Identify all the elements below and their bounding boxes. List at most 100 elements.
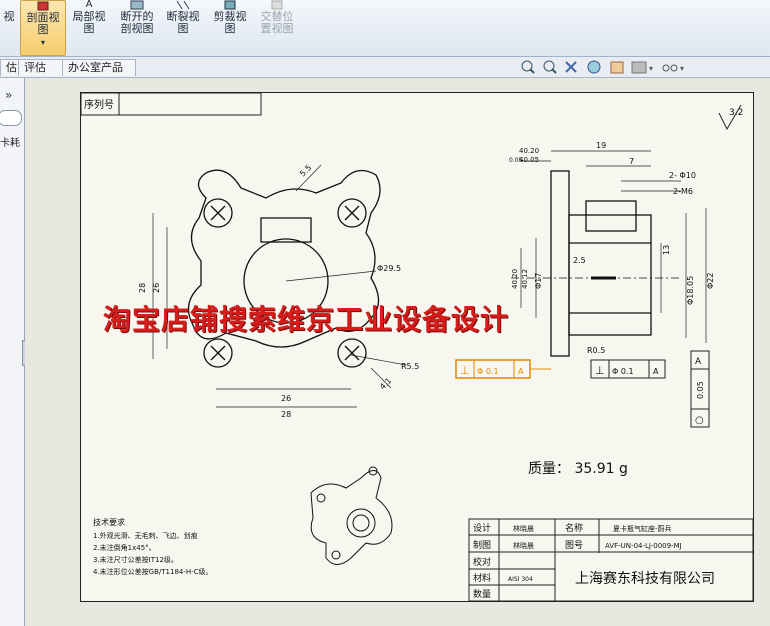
- expand-panel-icon[interactable]: »: [5, 88, 12, 102]
- serial-label: 序列号: [84, 98, 114, 111]
- section-view-button[interactable]: 剖面视 图 ▾: [20, 0, 66, 56]
- svg-text:Φ22: Φ22: [706, 273, 715, 289]
- svg-text:林晓晨: 林晓晨: [513, 541, 534, 550]
- detail-view-button[interactable]: A 局部视 图: [68, 0, 110, 54]
- zoom-to-fit-icon[interactable]: [521, 60, 535, 74]
- display-style-icon[interactable]: [610, 61, 624, 74]
- view-icon: [0, 0, 18, 10]
- break-view-icon: [176, 0, 190, 10]
- svg-text:AISI 304: AISI 304: [508, 576, 533, 583]
- svg-text:R5.5: R5.5: [401, 362, 419, 371]
- watermark-text: 淘宝店铺搜索维京工业设备设计: [103, 303, 510, 336]
- crop-view-label-2: 图: [224, 22, 236, 35]
- tab-evaluate[interactable]: 评估: [18, 59, 64, 76]
- crop-view-button[interactable]: 剪裁视 图: [208, 0, 252, 54]
- detail-view-icon: A: [85, 0, 93, 10]
- view-label: 视: [3, 10, 15, 23]
- tolerance-frame-vertical: A 0.05 ○: [690, 350, 710, 428]
- hide-show-icon[interactable]: ▾: [631, 61, 653, 74]
- previous-view-icon[interactable]: [565, 61, 577, 73]
- svg-text:Φ 0.1: Φ 0.1: [612, 367, 634, 376]
- svg-text:0.05: 0.05: [696, 381, 705, 399]
- tab-office-products[interactable]: 办公室产品: [62, 59, 136, 76]
- tolerance-frame-highlighted: ⊥ Φ 0.1 A: [455, 359, 551, 379]
- svg-text:Φ18.05: Φ18.05: [686, 276, 695, 305]
- svg-text:上海赛东科技有限公司: 上海赛东科技有限公司: [575, 571, 715, 587]
- alternate-position-view-button[interactable]: 交替位 置视图: [254, 0, 300, 54]
- drawing-sheet[interactable]: 序列号 3.2 5.5 28 26 Φ29.5 26 28 R5.5 4.1 1…: [80, 92, 754, 602]
- svg-text:28: 28: [138, 283, 147, 293]
- alternate-position-icon: [271, 0, 283, 10]
- title-block-text: 设计 林晓晨 制图 林晓晨 校对 材料 AISI 304 数量 名称 夏卡瓶气缸…: [473, 522, 715, 600]
- svg-text:40.20: 40.20: [511, 269, 519, 289]
- tolerance-frame-side: ⊥ Φ 0.1 A: [590, 359, 666, 379]
- break-view-label-2: 图: [177, 22, 189, 35]
- broken-out-label-2: 剖视图: [120, 22, 154, 35]
- svg-text:26: 26: [152, 283, 161, 293]
- svg-text:26: 26: [281, 394, 291, 403]
- broken-out-section-button[interactable]: 断开的 剖视图: [114, 0, 160, 54]
- svg-text:A: A: [695, 357, 702, 367]
- svg-text:7: 7: [629, 157, 634, 166]
- svg-text:40.20: 40.20: [519, 147, 539, 155]
- svg-text:图号: 图号: [565, 540, 583, 551]
- svg-text:2- Φ10: 2- Φ10: [669, 171, 696, 180]
- section-view-label-2: 图: [37, 23, 49, 36]
- svg-text:▾: ▾: [649, 64, 653, 73]
- svg-text:Φ17: Φ17: [534, 273, 543, 289]
- alternate-position-label-2: 置视图: [260, 22, 294, 35]
- view-button[interactable]: 视: [0, 0, 18, 54]
- svg-text:AVF-UN-04-LJ-0009-MJ: AVF-UN-04-LJ-0009-MJ: [605, 542, 682, 550]
- broken-out-icon: [130, 0, 144, 10]
- svg-text:○: ○: [695, 415, 704, 426]
- svg-text:40.12: 40.12: [521, 269, 529, 289]
- svg-text:2.未注倒角1x45°。: 2.未注倒角1x45°。: [93, 543, 156, 552]
- svg-text:19: 19: [596, 141, 606, 150]
- svg-text:⊥: ⊥: [595, 364, 605, 377]
- svg-text:2-M6: 2-M6: [673, 187, 693, 196]
- body: [568, 214, 652, 336]
- dropdown-arrow-icon[interactable]: ▾: [41, 38, 45, 47]
- svg-text:夏卡瓶气缸座-蔚兵: 夏卡瓶气缸座-蔚兵: [613, 524, 672, 533]
- search-field[interactable]: [0, 110, 22, 126]
- roughness-symbol: 3.2: [718, 104, 743, 131]
- svg-text:4.1: 4.1: [378, 376, 393, 391]
- glasses-icon[interactable]: ▾: [662, 64, 684, 73]
- roughness-value: 3.2: [729, 108, 743, 118]
- mass-label: 质量： 35.91 g: [528, 461, 628, 477]
- svg-text:技术要求: 技术要求: [93, 517, 125, 527]
- command-tabs: 估 评估 办公室产品 ▾ ▾: [0, 57, 770, 78]
- svg-text:3.未注尺寸公差按IT12级。: 3.未注尺寸公差按IT12级。: [93, 555, 178, 564]
- sheet-tree-item[interactable]: 卡耗: [0, 134, 20, 149]
- boss: [585, 200, 637, 232]
- break-view-button[interactable]: 断裂视 图: [162, 0, 204, 54]
- svg-text:A: A: [518, 367, 524, 376]
- svg-text:Φ29.5: Φ29.5: [377, 264, 401, 273]
- isometric-view: [310, 466, 393, 565]
- svg-text:制图: 制图: [473, 539, 491, 551]
- view-toolbar: ▾ ▾: [521, 60, 684, 74]
- svg-text:校对: 校对: [473, 556, 491, 568]
- flange: [550, 170, 570, 357]
- tab-partial[interactable]: 估: [0, 59, 20, 76]
- svg-text:0.05: 0.05: [509, 157, 523, 164]
- svg-text:5.5: 5.5: [298, 163, 313, 178]
- svg-text:28: 28: [281, 410, 291, 419]
- svg-text:2.5: 2.5: [573, 256, 586, 265]
- zoom-area-icon[interactable]: [543, 60, 557, 74]
- svg-text:材料: 材料: [473, 572, 491, 584]
- technical-notes: 技术要求 1.外观光滑、无毛刺、飞边、划痕 2.未注倒角1x45°。 3.未注尺…: [93, 517, 213, 576]
- svg-text:4.未注形位公差按GB/T1184-H-C级。: 4.未注形位公差按GB/T1184-H-C级。: [93, 567, 213, 576]
- svg-text:名称: 名称: [565, 522, 583, 534]
- svg-text:▾: ▾: [680, 64, 684, 73]
- svg-text:设计: 设计: [473, 522, 491, 534]
- front-view-dims: [152, 164, 407, 408]
- ribbon-toolbar: 视 剖面视 图 ▾ A 局部视 图 断开的 剖视图 断裂视 图 剪裁视 图 交替…: [0, 0, 770, 57]
- svg-text:⊥: ⊥: [460, 364, 470, 377]
- svg-text:13: 13: [662, 245, 671, 255]
- side-view-dim-labels: 19 7 2- Φ10 2-M6 40.20 40.05 0.05 40.20 …: [509, 141, 715, 355]
- svg-text:1.外观光滑、无毛刺、飞边、划痕: 1.外观光滑、无毛刺、飞边、划痕: [93, 531, 198, 540]
- rebuild-icon[interactable]: [587, 60, 601, 74]
- crop-view-icon: [224, 0, 236, 10]
- svg-text:Φ 0.1: Φ 0.1: [477, 367, 499, 376]
